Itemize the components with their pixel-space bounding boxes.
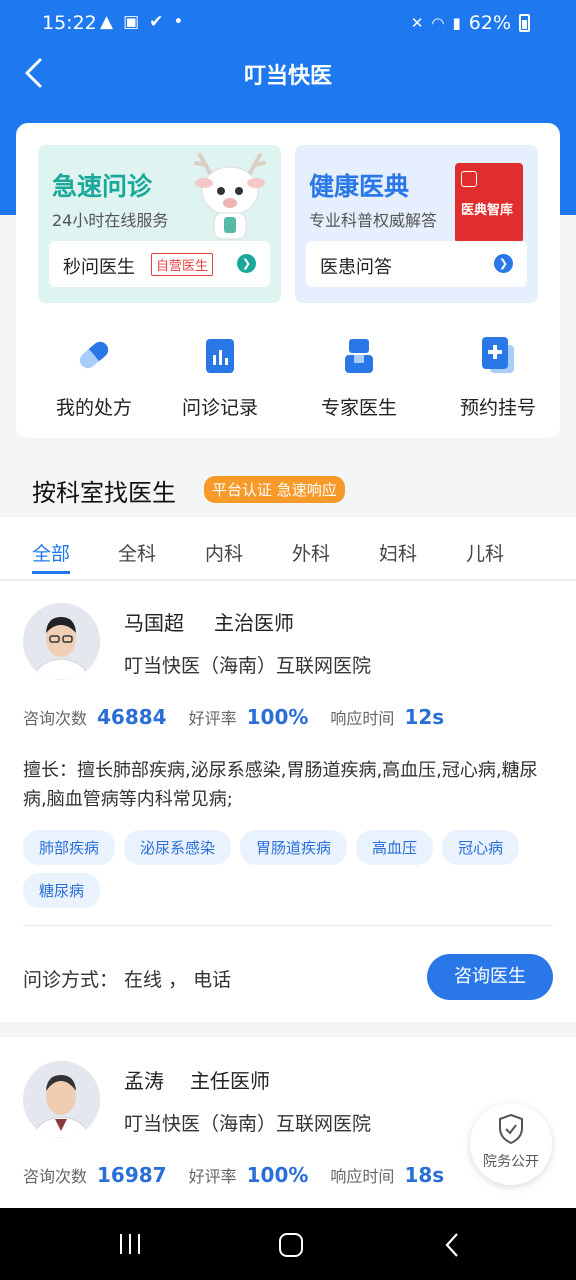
rating-label: 好评率 (188, 709, 237, 728)
dot-icon: • (173, 12, 184, 32)
tab-all[interactable]: 全部 (32, 539, 70, 566)
mute-icon: ✕ (410, 14, 424, 32)
signal-icon: ▮ (452, 14, 461, 32)
medical-book-icon: 医典智库 (455, 163, 523, 243)
response-time-value: 12s (404, 705, 445, 729)
health-dictionary-title: 健康医典 (309, 172, 410, 201)
home-icon[interactable] (278, 1232, 304, 1258)
doctor-avatar (23, 1061, 100, 1138)
arrow-right-icon: ❯ (494, 254, 513, 273)
pill-icon (79, 341, 109, 369)
battery-percent: 62% (468, 12, 511, 34)
specialty-tag: 胃肠道疾病 (240, 830, 348, 865)
quick-action-appointment[interactable]: 预约挂号 (430, 335, 566, 420)
check-icon: ✔ (149, 12, 164, 32)
app-header: 叮当快医 (0, 48, 576, 98)
tab-internal[interactable]: 内科 (205, 539, 243, 566)
system-icons: ✕ ◠ ▮ 62% (411, 12, 530, 34)
book-logo-icon (461, 171, 477, 187)
instant-doctor-button[interactable]: 秒问医生 自营医生 ❯ (49, 241, 270, 287)
status-time: 15:22 (42, 12, 97, 34)
add-doc-icon (482, 337, 514, 373)
active-tab-indicator (32, 571, 70, 574)
consult-count-label: 咨询次数 (23, 709, 88, 728)
chart-doc-icon (206, 339, 234, 373)
notification-icons: ▲ ▣ ✔ • (100, 12, 183, 32)
battery-icon (519, 14, 530, 32)
quick-action-label: 问诊记录 (181, 397, 258, 419)
book-label: 医典智库 (461, 203, 514, 218)
consult-mode: 问诊方式： 在线 ， 电话 (23, 969, 232, 991)
specialty-tag: 冠心病 (442, 830, 520, 865)
wifi-icon: ◠ (431, 14, 445, 32)
consult-count-value: 16987 (97, 1163, 167, 1187)
quick-consult-banner[interactable]: 急速问诊 24小时在线服务 秒问医生 自营医生 ❯ (38, 145, 281, 303)
rating-label: 好评率 (188, 1167, 237, 1186)
self-operated-tag: 自营医生 (151, 253, 214, 276)
qa-label: 医患问答 (320, 257, 392, 278)
response-time-value: 18s (404, 1163, 445, 1187)
shield-check-icon (499, 1113, 523, 1145)
instant-doctor-label: 秒问医生 (63, 257, 135, 278)
image-icon: ▣ (123, 12, 140, 32)
specialty-tag: 泌尿系感染 (124, 830, 232, 865)
qa-button[interactable]: 医患问答 ❯ (306, 241, 527, 287)
doctor-hospital: 叮当快医（海南）互联网医院 (124, 1113, 372, 1135)
warning-icon: ▲ (100, 12, 114, 32)
consult-count-label: 咨询次数 (23, 1167, 88, 1186)
system-nav-bar (0, 1208, 576, 1280)
quick-action-label: 我的处方 (55, 397, 132, 419)
doctor-stats: 咨询次数 46884 好评率 100% 响应时间 12s (23, 705, 466, 729)
quick-action-experts[interactable]: 专家医生 (291, 335, 427, 420)
quick-action-prescription[interactable]: 我的处方 (26, 335, 162, 420)
response-time-label: 响应时间 (330, 1167, 395, 1186)
doctor-avatar (23, 603, 100, 680)
doctor-expertise: 擅长：擅长肺部疾病,泌尿系感染,胃肠道疾病,高血压,冠心病,糖尿病,脑血管病等内… (23, 760, 538, 810)
health-dictionary-banner[interactable]: 健康医典 专业科普权威解答 医典智库 医患问答 ❯ (295, 145, 538, 303)
certified-badge: 平台认证 急速响应 (204, 476, 345, 503)
health-dictionary-subtitle: 专业科普权威解答 (309, 211, 438, 230)
deer-mascot-icon (194, 153, 266, 240)
quick-action-records[interactable]: 问诊记录 (152, 335, 288, 420)
back-icon[interactable] (443, 1232, 461, 1258)
page-title: 叮当快医 (243, 64, 332, 89)
tab-general[interactable]: 全科 (118, 539, 156, 566)
services-card: 急速问诊 24小时在线服务 秒问医生 自营医生 ❯ 健康医典 专业科普权威解答 … (16, 123, 560, 438)
tab-pediatrics[interactable]: 儿科 (466, 539, 504, 566)
doctor-icon (345, 339, 373, 373)
doctor-stats: 咨询次数 16987 好评率 100% 响应时间 18s (23, 1163, 466, 1187)
specialty-tags: 肺部疾病 泌尿系感染 胃肠道疾病 高血压 冠心病 糖尿病 (23, 830, 553, 908)
consult-doctor-button[interactable]: 咨询医生 (427, 954, 553, 1000)
specialty-tag: 糖尿病 (23, 873, 101, 908)
doctor-name: 孟涛 (124, 1069, 164, 1093)
tab-surgery[interactable]: 外科 (292, 539, 330, 566)
tab-gynecology[interactable]: 妇科 (379, 539, 417, 566)
recent-apps-icon[interactable] (117, 1232, 143, 1256)
section-title: 按科室找医生 (32, 479, 176, 507)
quick-consult-title: 急速问诊 (52, 172, 153, 201)
doctor-hospital: 叮当快医（海南）互联网医院 (124, 655, 372, 677)
hospital-affairs-button[interactable]: 院务公开 (470, 1103, 552, 1185)
specialty-tag: 肺部疾病 (23, 830, 116, 865)
status-bar: 15:22 ▲ ▣ ✔ • ✕ ◠ ▮ 62% (0, 0, 576, 48)
divider (23, 925, 553, 926)
quick-action-label: 专家医生 (320, 397, 397, 419)
doctor-card[interactable]: 马国超 主治医师 叮当快医（海南）互联网医院 咨询次数 46884 好评率 10… (0, 581, 576, 1022)
response-time-label: 响应时间 (330, 709, 395, 728)
rating-value: 100% (246, 1163, 309, 1187)
doctor-title: 主治医师 (214, 611, 294, 635)
doctor-title: 主任医师 (190, 1069, 270, 1093)
doctor-name: 马国超 (124, 611, 184, 635)
arrow-right-icon: ❯ (237, 254, 256, 273)
consult-count-value: 46884 (97, 705, 167, 729)
quick-action-label: 预约挂号 (459, 397, 536, 419)
rating-value: 100% (246, 705, 309, 729)
specialty-tag: 高血压 (356, 830, 434, 865)
hospital-affairs-label: 院务公开 (483, 1154, 539, 1170)
quick-consult-subtitle: 24小时在线服务 (52, 211, 169, 230)
department-tabs: 全部 全科 内科 外科 妇科 儿科 (0, 517, 576, 580)
